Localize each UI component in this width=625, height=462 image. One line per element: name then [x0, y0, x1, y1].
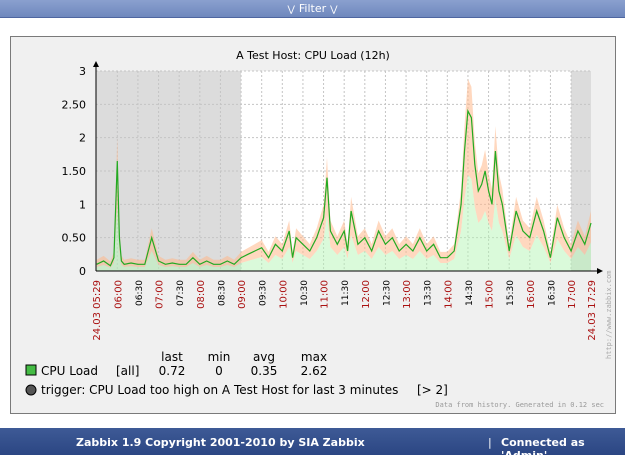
legend-header-max: max	[301, 350, 327, 364]
history-note: Data from history. Generated in 0.12 sec	[435, 401, 604, 409]
x-tick-label: 12:30	[382, 280, 392, 306]
x-tick-label: 24.03 17:29	[587, 280, 598, 341]
y-axis-arrow	[93, 61, 99, 67]
legend-header-last: last	[161, 350, 183, 364]
x-tick-label: 15:00	[485, 280, 496, 309]
legend: last min avg max CPU Load [all] 0.72 0 0…	[25, 350, 604, 409]
x-tick-label: 13:00	[402, 280, 413, 309]
y-tick-label: 0.50	[62, 232, 87, 245]
legend-series-func: [all]	[116, 364, 139, 378]
legend-avg-value: 0.35	[251, 364, 278, 378]
filter-toggle-bar[interactable]: ⋁ Filter ⋁	[0, 0, 625, 18]
graph-title: A Test Host: CPU Load (12h)	[236, 49, 390, 62]
legend-trigger-text: trigger: CPU Load too high on A Test Hos…	[41, 383, 398, 397]
x-tick-label: 15:30	[506, 280, 516, 306]
x-tick-label: 07:00	[155, 280, 166, 309]
x-tick-label: 06:00	[113, 280, 124, 309]
x-tick-label: 16:30	[547, 280, 557, 306]
x-axis-arrow	[597, 268, 603, 274]
double-chevron-down-icon: ⋁	[330, 5, 338, 15]
x-tick-label: 10:00	[278, 280, 289, 309]
cpu-load-graph: A Test Host: CPU Load (12h) 24.03 05:29 0…	[25, 49, 613, 409]
y-tick-label: 2	[79, 132, 86, 145]
x-tick-label: 11:30	[341, 280, 351, 306]
x-tick-label: 06:30	[135, 280, 145, 306]
legend-header-min: min	[208, 350, 231, 364]
footer-connected-user: Connected as 'Admin'	[501, 436, 585, 462]
legend-last-value: 0.72	[159, 364, 186, 378]
x-tick-label: 17:00	[567, 280, 578, 309]
double-chevron-down-icon: ⋁	[287, 5, 295, 15]
legend-max-value: 2.62	[301, 364, 328, 378]
footer-bar: Zabbix 1.9 Copyright 2001-2010 by SIA Za…	[0, 428, 625, 462]
x-tick-label: 16:00	[526, 280, 537, 309]
x-tick-label: 14:30	[465, 280, 475, 306]
x-tick-label: 12:00	[361, 280, 372, 309]
legend-header-avg: avg	[253, 350, 275, 364]
legend-series-name: CPU Load	[41, 364, 98, 378]
x-tick-label: 10:30	[300, 280, 310, 306]
filter-label: Filter	[298, 2, 327, 15]
footer-separator: |	[488, 436, 492, 449]
legend-trigger-condition: [> 2]	[417, 383, 448, 397]
x-tick-label: 14:00	[443, 280, 454, 309]
green-square-icon	[25, 364, 37, 376]
footer-copyright: Zabbix 1.9 Copyright 2001-2010 by SIA Za…	[76, 436, 365, 449]
y-tick-label: 2.50	[62, 98, 87, 111]
x-tick-label: 24.03 05:29	[92, 280, 103, 341]
y-tick-label: 0	[79, 265, 86, 278]
x-tick-label: 09:30	[259, 280, 269, 306]
x-tick-label: 08:00	[196, 280, 207, 309]
zabbix-watermark: http://www.zabbix.com	[605, 270, 613, 359]
legend-min-value: 0	[215, 364, 223, 378]
graph-panel: A Test Host: CPU Load (12h) 24.03 05:29 0…	[10, 36, 616, 414]
x-tick-label: 07:30	[176, 280, 186, 306]
y-tick-label: 1.50	[62, 165, 87, 178]
trigger-circle-icon	[25, 384, 37, 396]
y-tick-label: 3	[79, 65, 86, 78]
x-tick-label: 11:00	[320, 280, 331, 309]
x-tick-label: 13:30	[424, 280, 434, 306]
x-tick-label: 08:30	[217, 280, 227, 306]
x-tick-label: 09:00	[237, 280, 248, 309]
y-tick-label: 1	[79, 198, 86, 211]
chart-plot-area: 24.03 05:29 06:00 06:30 07:00 07:30 08:00 08:3…	[62, 61, 603, 341]
